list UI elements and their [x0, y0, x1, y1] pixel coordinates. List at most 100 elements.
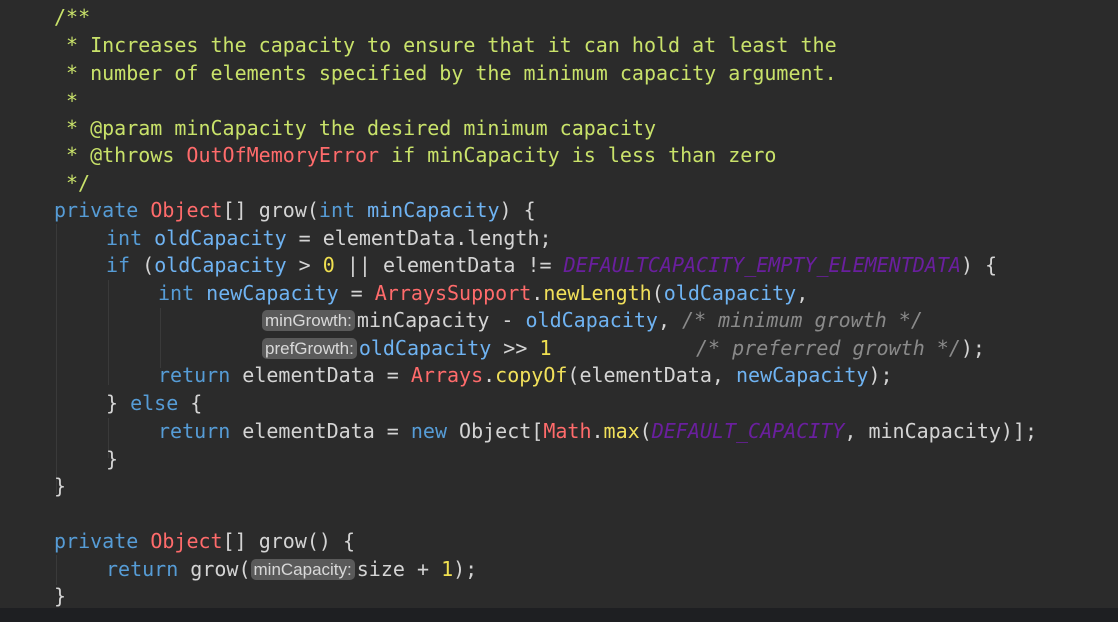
- method-call[interactable]: grow(: [178, 557, 250, 581]
- indent-guide: [56, 224, 57, 494]
- number-literal: 0: [322, 253, 335, 277]
- code-text: .: [483, 363, 496, 387]
- doc-comment: */: [66, 171, 91, 195]
- code-line[interactable]: if (oldCapacity > 0 || elementData != DE…: [106, 252, 997, 280]
- keyword: else: [130, 391, 179, 415]
- code-line[interactable]: * number of elements specified by the mi…: [66, 60, 837, 88]
- code-text: )];: [1000, 419, 1038, 443]
- code-line[interactable]: * @throws OutOfMemoryError if minCapacit…: [66, 142, 776, 170]
- code-line[interactable]: }: [54, 583, 66, 611]
- code-line[interactable]: * Increases the capacity to ensure that …: [66, 32, 837, 60]
- local-variable[interactable]: oldCapacity: [154, 226, 286, 250]
- number-literal: 1: [441, 557, 454, 581]
- code-text: (: [130, 253, 155, 277]
- code-line[interactable]: private Object[] grow() {: [54, 528, 355, 556]
- number-literal: 1: [539, 336, 552, 360]
- code-text: ) {: [960, 253, 998, 277]
- method-call[interactable]: newLength: [543, 281, 651, 305]
- class-name[interactable]: Arrays: [411, 363, 483, 387]
- local-variable[interactable]: oldCapacity: [154, 253, 286, 277]
- code-editor[interactable]: /** * Increases the capacity to ensure t…: [0, 0, 1118, 608]
- keyword: return: [158, 363, 231, 387]
- code-line[interactable]: /**: [54, 4, 90, 32]
- keyword: new: [410, 419, 447, 443]
- static-constant[interactable]: DEFAULT_CAPACITY: [652, 419, 845, 443]
- indent-guide: [56, 555, 57, 585]
- operator: >>: [491, 336, 540, 360]
- keyword: if: [106, 253, 131, 277]
- local-variable[interactable]: oldCapacity: [526, 308, 658, 332]
- code-line[interactable]: minGrowth: minCapacity - oldCapacity, /* …: [262, 307, 923, 335]
- code-line[interactable]: */: [66, 170, 90, 198]
- code-line[interactable]: return elementData = Arrays.copyOf(eleme…: [158, 362, 893, 390]
- code-line[interactable]: return elementData = new Object[Math.max…: [158, 418, 1037, 446]
- code-text: );: [868, 363, 893, 387]
- code-text: Object[: [447, 419, 544, 443]
- code-text: || elementData !=: [334, 253, 564, 277]
- type-name[interactable]: Object: [150, 529, 222, 553]
- method-name[interactable]: [] grow(: [223, 198, 319, 222]
- type-name[interactable]: Object: [150, 198, 222, 222]
- code-text: elementData =: [230, 419, 411, 443]
- code-text: (elementData,: [567, 363, 736, 387]
- code-text: ,: [796, 281, 809, 305]
- operator: =: [338, 281, 375, 305]
- keyword: return: [106, 557, 179, 581]
- local-variable[interactable]: oldCapacity: [664, 281, 796, 305]
- code-line[interactable]: prefGrowth: oldCapacity >> 1 /* preferred…: [262, 335, 985, 363]
- local-variable[interactable]: newCapacity: [736, 363, 868, 387]
- local-variable[interactable]: newCapacity: [206, 281, 338, 305]
- code-line[interactable]: }: [54, 473, 66, 501]
- keyword: int: [106, 226, 143, 250]
- code-text: (: [639, 419, 652, 443]
- local-variable[interactable]: oldCapacity: [359, 336, 491, 360]
- method-call[interactable]: max: [604, 419, 640, 443]
- code-text: .: [591, 419, 604, 443]
- code-line[interactable]: } else {: [106, 390, 202, 418]
- code-text: ,: [657, 308, 683, 332]
- code-text: }: [106, 391, 131, 415]
- code-line[interactable]: int oldCapacity = elementData.length;: [106, 225, 552, 253]
- code-line[interactable]: }: [106, 446, 118, 474]
- block-comment: /* minimum growth */: [682, 308, 923, 332]
- code-text: ,: [844, 419, 869, 443]
- closing-brace: }: [54, 474, 67, 498]
- exception-type[interactable]: OutOfMemoryError: [186, 143, 379, 167]
- class-name[interactable]: ArraysSupport: [375, 281, 532, 305]
- inlay-hint: minGrowth:: [262, 310, 355, 331]
- code-line[interactable]: *: [66, 88, 78, 116]
- code-text: );: [960, 336, 985, 360]
- method-call[interactable]: copyOf: [495, 363, 567, 387]
- static-constant[interactable]: DEFAULTCAPACITY_EMPTY_ELEMENTDATA: [564, 253, 961, 277]
- operator: -: [489, 308, 526, 332]
- code-text: .: [531, 281, 544, 305]
- parameter[interactable]: minCapacity: [868, 419, 1000, 443]
- keyword: int: [158, 281, 195, 305]
- status-bar: [0, 608, 1118, 622]
- keyword: int: [318, 198, 356, 222]
- keyword: return: [158, 419, 231, 443]
- keyword: private: [54, 529, 139, 553]
- closing-brace: }: [54, 584, 67, 608]
- doc-comment: /**: [54, 5, 91, 29]
- code-text: {: [178, 391, 203, 415]
- method-name[interactable]: [] grow() {: [223, 529, 355, 553]
- code-line[interactable]: return grow(minCapacity: size + 1);: [106, 556, 477, 584]
- class-name[interactable]: Math: [543, 419, 591, 443]
- code-line[interactable]: private Object[] grow(int minCapacity) {: [54, 197, 536, 225]
- code-text: size +: [356, 557, 442, 581]
- code-text: ) {: [499, 198, 536, 222]
- code-text: );: [453, 557, 478, 581]
- doc-comment: * @param minCapacity the desired minimum…: [66, 116, 657, 140]
- code-text: = elementData.length;: [286, 226, 552, 250]
- parameter[interactable]: minCapacity: [367, 198, 499, 222]
- block-comment: /* preferred growth */: [695, 336, 961, 360]
- code-line[interactable]: * @param minCapacity the desired minimum…: [66, 115, 656, 143]
- parameter[interactable]: minCapacity: [357, 308, 489, 332]
- code-line[interactable]: int newCapacity = ArraysSupport.newLengt…: [158, 280, 808, 308]
- indent-guide: [108, 280, 109, 385]
